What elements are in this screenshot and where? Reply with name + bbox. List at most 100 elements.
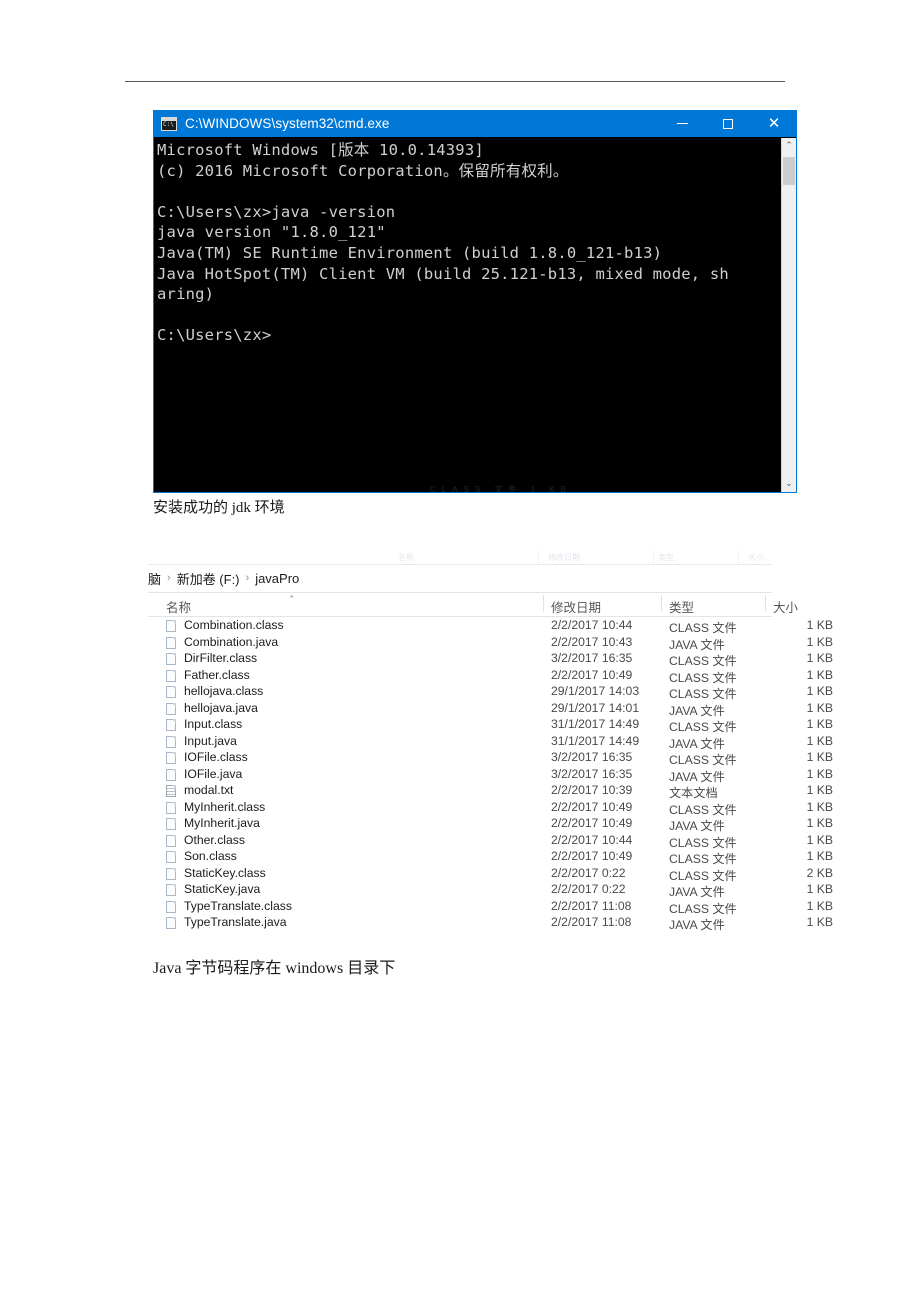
file-type: CLASS 文件 xyxy=(669,901,737,916)
cmd-window[interactable]: C:\WINDOWS\system32\cmd.exe ✕ Microsoft … xyxy=(153,110,797,493)
caption-java-bytecode: Java 字节码程序在 windows 目录下 xyxy=(153,960,396,977)
ghost-artifact-strip: CLASS 文件 1 KB xyxy=(430,485,573,493)
table-row[interactable]: TypeTranslate.class 2/2/2017 11:08 CLASS 文… xyxy=(148,898,833,916)
scroll-up-icon[interactable]: ⌃ xyxy=(782,138,796,154)
file-icon xyxy=(166,702,176,715)
ghost-separator xyxy=(653,550,654,563)
file-name: Input.java xyxy=(184,733,237,748)
file-size: 1 KB xyxy=(806,816,833,830)
file-size: 1 KB xyxy=(806,915,833,929)
close-icon: ✕ xyxy=(767,115,781,132)
file-icon xyxy=(166,900,176,913)
file-type: JAVA 文件 xyxy=(669,819,725,833)
cmd-scrollbar[interactable]: ⌃ ⌄ xyxy=(781,138,796,492)
breadcrumb[interactable]: 脑 › 新加卷 (F:) › javaPro xyxy=(148,567,299,589)
file-name: IOFile.class xyxy=(184,750,248,764)
column-header-date[interactable]: 修改日期 xyxy=(551,597,601,616)
ghost-header-name: 名称 xyxy=(398,553,414,562)
file-modified-date: 2/2/2017 10:49 xyxy=(551,799,633,814)
file-icon xyxy=(166,834,176,847)
ghost-header-date: 修改日期 xyxy=(548,553,580,562)
table-row[interactable]: Input.class 31/1/2017 14:49 CLASS 文件 1 KB xyxy=(148,717,833,734)
table-row[interactable]: IOFile.class 3/2/2017 16:35 CLASS 文件 1 KB xyxy=(148,750,833,767)
table-row[interactable]: MyInherit.class 2/2/2017 10:49 CLASS 文件 1 K… xyxy=(148,799,833,817)
column-separator[interactable] xyxy=(543,595,544,612)
cmd-console-body[interactable]: Microsoft Windows [版本 10.0.14393] (c) 20… xyxy=(153,137,781,493)
close-button[interactable]: ✕ xyxy=(751,110,797,137)
column-separator[interactable] xyxy=(765,595,766,612)
file-type: JAVA 文件 xyxy=(669,918,725,932)
sort-ascending-icon: ⌃ xyxy=(288,595,296,605)
file-icon xyxy=(166,719,176,731)
file-type: JAVA 文件 xyxy=(669,885,725,899)
file-name: Combination.class xyxy=(184,618,284,632)
maximize-button[interactable] xyxy=(705,110,751,137)
file-modified-date: 2/2/2017 0:22 xyxy=(551,865,626,880)
file-icon xyxy=(166,620,176,632)
minimize-button[interactable] xyxy=(659,110,705,137)
file-type: CLASS 文件 xyxy=(669,654,737,668)
file-explorer[interactable]: 名称 修改日期 类型 大小 脑 › 新加卷 (F:) › javaPro 名称 … xyxy=(148,550,833,935)
file-name: Other.class xyxy=(184,832,245,847)
file-type: CLASS 文件 xyxy=(669,621,737,635)
table-row[interactable]: Father.class 2/2/2017 10:49 CLASS 文件 1 KB xyxy=(148,667,833,685)
scrollbar-thumb[interactable] xyxy=(783,157,795,185)
file-list[interactable]: Combination.class 2/2/2017 10:44 CLASS 文件 1… xyxy=(148,618,833,932)
file-size: 1 KB xyxy=(806,651,833,665)
file-type: JAVA 文件 xyxy=(669,637,725,652)
table-row[interactable]: Other.class 2/2/2017 10:44 CLASS 文件 1 KB xyxy=(148,832,833,850)
file-name: Input.class xyxy=(184,717,243,731)
explorer-ghost-header-row: 名称 修改日期 类型 大小 xyxy=(148,550,772,565)
table-row[interactable]: IOFile.java 3/2/2017 16:35 JAVA 文件 1 KB xyxy=(148,766,833,784)
file-modified-date: 2/2/2017 11:08 xyxy=(551,898,632,913)
breadcrumb-item-drive[interactable]: 新加卷 (F:) xyxy=(177,569,240,588)
cmd-titlebar[interactable]: C:\WINDOWS\system32\cmd.exe ✕ xyxy=(153,110,797,137)
file-size: 1 KB xyxy=(806,684,833,698)
column-header-name[interactable]: 名称 ⌃ xyxy=(166,595,296,616)
file-icon xyxy=(166,801,176,814)
column-header-size[interactable]: 大小 xyxy=(773,597,798,616)
file-list-header: 名称 ⌃ 修改日期 类型 大小 xyxy=(148,593,798,616)
table-row[interactable]: hellojava.class 29/1/2017 14:03 CLASS 文件 1 … xyxy=(148,684,833,701)
document-top-rule xyxy=(125,81,785,82)
file-type: CLASS 文件 xyxy=(669,852,737,866)
column-header-type[interactable]: 类型 xyxy=(669,597,694,616)
table-row[interactable]: TypeTranslate.java 2/2/2017 11:08 JAVA 文件 1… xyxy=(148,915,833,932)
table-row[interactable]: StaticKey.java 2/2/2017 0:22 JAVA 文件 1 KB xyxy=(148,882,833,899)
table-row[interactable]: DirFilter.class 3/2/2017 16:35 CLASS 文件 1 K… xyxy=(148,651,833,668)
table-row[interactable]: StaticKey.class 2/2/2017 0:22 CLASS 文件 2 KB xyxy=(148,865,833,883)
file-name: hellojava.java xyxy=(184,700,258,715)
table-row[interactable]: hellojava.java 29/1/2017 14:01 JAVA 文件 1 KB xyxy=(148,700,833,718)
breadcrumb-item-folder[interactable]: javaPro xyxy=(255,571,299,586)
file-name: TypeTranslate.class xyxy=(184,898,292,913)
file-type: CLASS 文件 xyxy=(669,835,737,850)
file-size: 1 KB xyxy=(806,700,833,715)
table-row[interactable]: Son.class 2/2/2017 10:49 CLASS 文件 1 KB xyxy=(148,849,833,866)
file-icon xyxy=(166,653,176,665)
file-size: 1 KB xyxy=(806,618,833,632)
table-row[interactable]: MyInherit.java 2/2/2017 10:49 JAVA 文件 1 KB xyxy=(148,816,833,833)
file-size: 1 KB xyxy=(806,783,833,797)
column-separator[interactable] xyxy=(661,595,662,612)
table-row[interactable]: Combination.class 2/2/2017 10:44 CLASS 文件 1… xyxy=(148,618,833,635)
explorer-ghost-divider xyxy=(148,564,772,565)
file-size: 1 KB xyxy=(806,832,833,847)
caption-jdk-environment: 安装成功的 jdk 环境 xyxy=(153,500,285,516)
table-row[interactable]: Input.java 31/1/2017 14:49 JAVA 文件 1 KB xyxy=(148,733,833,751)
file-name: MyInherit.java xyxy=(184,816,260,830)
cmd-icon xyxy=(161,116,177,131)
ghost-header-type: 类型 xyxy=(658,553,674,562)
file-list-header-underline xyxy=(148,616,772,617)
table-row[interactable]: Combination.java 2/2/2017 10:43 JAVA 文件 1 K… xyxy=(148,635,833,652)
file-size: 1 KB xyxy=(806,717,833,731)
file-modified-date: 31/1/2017 14:49 xyxy=(551,733,640,748)
file-modified-date: 2/2/2017 10:49 xyxy=(551,667,633,682)
file-name: IOFile.java xyxy=(184,766,243,781)
file-icon xyxy=(166,735,176,748)
breadcrumb-item-pc[interactable]: 脑 xyxy=(148,569,161,588)
scroll-down-icon[interactable]: ⌄ xyxy=(782,476,796,492)
table-row[interactable]: modal.txt 2/2/2017 10:39 文本文档 1 KB xyxy=(148,783,833,800)
file-name: modal.txt xyxy=(184,783,234,797)
cmd-window-title: C:\WINDOWS\system32\cmd.exe xyxy=(185,116,390,131)
file-type: CLASS 文件 xyxy=(669,753,737,767)
